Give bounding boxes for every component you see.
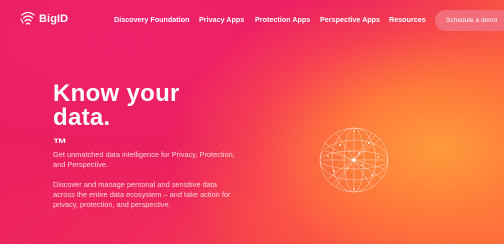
nav-link-protection-apps[interactable]: Protection Apps (255, 15, 310, 24)
headline-line-1: Know your (53, 80, 180, 107)
data-network-sphere-icon (319, 127, 389, 193)
schedule-demo-button[interactable]: Schedule a demo (435, 10, 504, 31)
page-title: Know your data. ™ (53, 82, 180, 154)
hero-section: BigID Discovery Foundation Privacy Apps … (0, 0, 504, 244)
hero-intro-text: Get unmatched data intelligence for Priv… (53, 150, 235, 170)
headline-data-word: data. (53, 104, 111, 131)
hero-body-text: Discover and manage personal and sensiti… (53, 180, 231, 210)
brand-logo[interactable]: BigID (20, 11, 68, 26)
headline-line-2: data. ™ (53, 106, 180, 154)
nav-link-privacy-apps[interactable]: Privacy Apps (199, 15, 244, 24)
nav-link-discovery-foundation[interactable]: Discovery Foundation (114, 15, 189, 24)
brand-name: BigID (39, 12, 69, 25)
nav-link-resources[interactable]: Resources (389, 15, 426, 24)
nav-link-perspective-apps[interactable]: Perspective Apps (320, 15, 380, 24)
top-navigation: BigID Discovery Foundation Privacy Apps … (0, 0, 504, 40)
bigid-fingerprint-icon (20, 11, 35, 25)
